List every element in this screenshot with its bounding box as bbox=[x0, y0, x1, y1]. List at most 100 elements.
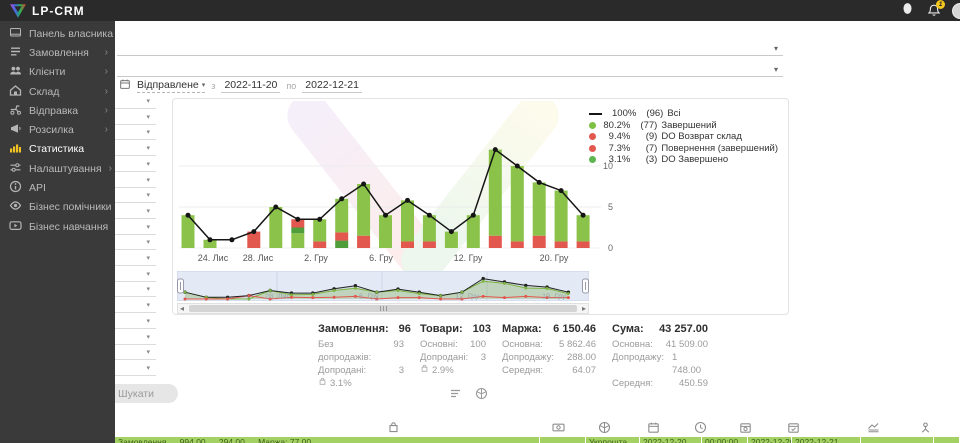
upsell-percent: 2.9% bbox=[420, 364, 486, 377]
chevron-down-icon: ▾ bbox=[146, 348, 150, 356]
scroll-right-icon[interactable]: ▸ bbox=[582, 303, 586, 314]
stat-value: 43 257.00 bbox=[659, 323, 708, 335]
legend-item[interactable]: 3.1%(3)DO Завершено bbox=[589, 154, 778, 166]
table-cell: Укрпошта bbox=[586, 437, 640, 443]
warehouse-icon bbox=[9, 84, 22, 100]
settings-icon bbox=[9, 161, 22, 177]
filter-select-top-1[interactable]: ▾ bbox=[117, 22, 783, 56]
summary-stats: Замовлення:96Без допродажів:93Допродані:… bbox=[318, 323, 708, 390]
avatar[interactable] bbox=[952, 3, 960, 19]
app-logo[interactable]: LP-CRM bbox=[10, 4, 85, 18]
dot-swatch bbox=[589, 133, 596, 140]
chevron-down-icon: ▾ bbox=[774, 65, 778, 74]
scroll-left-icon[interactable]: ◂ bbox=[180, 303, 184, 314]
sidebar-item-label: Клієнти bbox=[29, 66, 65, 78]
legend-item[interactable]: 80.2%(77)Завершений bbox=[589, 120, 778, 132]
stats-column-3: Маржа:6 150.46Основна:5 862.46Допродажу:… bbox=[502, 323, 596, 390]
stat-title: Сума: bbox=[612, 323, 644, 335]
dot-swatch bbox=[589, 145, 596, 152]
sidebar-item-9[interactable]: API bbox=[0, 178, 115, 197]
statistics-icon bbox=[9, 141, 22, 157]
chevron-down-icon: ▾ bbox=[146, 270, 150, 278]
bag-percent-icon bbox=[420, 364, 429, 377]
chevron-right-icon: › bbox=[105, 125, 108, 135]
view-toggles bbox=[449, 387, 488, 405]
list-icon[interactable] bbox=[449, 387, 462, 405]
navigator-handle-right[interactable] bbox=[583, 279, 589, 293]
date-filter: Відправлене ▾ з 2022-11-20 по 2022-12-21 bbox=[119, 78, 362, 93]
legend-item[interactable]: 9.4%(9)DO Возврат склад bbox=[589, 131, 778, 143]
sidebar-item-8[interactable]: Налаштування› bbox=[0, 159, 115, 178]
chevron-down-icon: ▾ bbox=[146, 160, 150, 168]
sidebar-item-label: Налаштування bbox=[29, 163, 102, 175]
filter-select-top-2[interactable]: ▾ bbox=[117, 57, 783, 77]
table-cell: … bbox=[934, 437, 960, 443]
legend-item[interactable]: 100%(96)Всі bbox=[589, 108, 778, 120]
chevron-down-icon: ▾ bbox=[146, 191, 150, 199]
notifications-bell-icon[interactable]: 1 bbox=[928, 4, 940, 17]
scrollbar-thumb[interactable] bbox=[189, 305, 577, 312]
svg-text:2. Гру: 2. Гру bbox=[304, 253, 328, 263]
logo-icon bbox=[10, 4, 26, 18]
dashboard-icon bbox=[9, 26, 22, 42]
sidebar-item-11[interactable]: Бізнес навчання bbox=[0, 217, 115, 236]
sidebar-item-label: Склад bbox=[29, 86, 59, 98]
navigator-handle-left[interactable] bbox=[178, 279, 184, 293]
sidebar-item-5[interactable]: Відправка› bbox=[0, 101, 115, 120]
stat-value: 6 150.46 bbox=[553, 323, 596, 335]
svg-text:19. Гру: 19. Гру bbox=[542, 292, 566, 301]
chevron-down-icon: ▾ bbox=[146, 317, 150, 325]
date-type-label: Відправлене bbox=[137, 79, 199, 91]
svg-text:24. Лис: 24. Лис bbox=[198, 253, 229, 263]
sidebar-item-6[interactable]: Розсилка › bbox=[0, 120, 115, 139]
range-navigator[interactable]: 28. Лис5. Гру12. Гру19. Гру bbox=[177, 271, 589, 301]
package-icon[interactable] bbox=[475, 387, 488, 405]
chevron-down-icon: ▾ bbox=[146, 301, 150, 309]
sidebar-item-label: Замовлення bbox=[29, 47, 89, 59]
chevron-down-icon: ▾ bbox=[146, 254, 150, 262]
date-to-input[interactable]: 2022-12-21 bbox=[302, 79, 362, 93]
upsell-percent: 3.1% bbox=[318, 377, 404, 390]
chevron-down-icon: ▾ bbox=[146, 97, 150, 105]
svg-text:12. Гру: 12. Гру bbox=[455, 292, 479, 301]
to-word: по bbox=[286, 81, 296, 91]
stat-value: 103 bbox=[473, 323, 491, 335]
clients-icon bbox=[9, 64, 22, 80]
sidebar-item-4[interactable]: Склад› bbox=[0, 82, 115, 101]
sidebar-item-2[interactable]: Замовлення› bbox=[0, 43, 115, 62]
date-type-select[interactable]: Відправлене ▾ bbox=[137, 79, 205, 93]
orders-icon bbox=[9, 45, 22, 61]
chevron-down-icon: ▾ bbox=[146, 128, 150, 136]
chevron-down-icon: ▾ bbox=[146, 285, 150, 293]
sidebar-item-label: API bbox=[29, 182, 46, 194]
stat-subrow: Без допродажів:93 bbox=[318, 338, 404, 364]
chevron-down-icon: ▾ bbox=[146, 207, 150, 215]
svg-text:20. Гру: 20. Гру bbox=[540, 253, 569, 263]
svg-text:5. Гру: 5. Гру bbox=[359, 292, 379, 301]
sidebar-item-label: Розсилка bbox=[29, 124, 74, 136]
dot-swatch bbox=[589, 156, 596, 163]
stats-column-2: Товари:103Основні:100Допродані:32.9% bbox=[420, 323, 486, 390]
sidebar-item-7[interactable]: Статистика bbox=[0, 140, 115, 159]
sidebar-item-label: Статистика bbox=[29, 143, 84, 155]
svg-text:12. Гру: 12. Гру bbox=[454, 253, 483, 263]
chevron-down-icon: ▾ bbox=[146, 364, 150, 372]
chevron-down-icon: ▾ bbox=[146, 223, 150, 231]
table-header-icons bbox=[0, 421, 960, 437]
table-row[interactable]: Замовлення … 994.00 … 294.00 … Маржа: 77… bbox=[115, 437, 960, 443]
dot-swatch bbox=[589, 122, 596, 129]
sidebar-item-1[interactable]: Панель власника bbox=[0, 24, 115, 43]
api-icon bbox=[9, 180, 22, 196]
chevron-down-icon: ▾ bbox=[146, 113, 150, 121]
date-from-input[interactable]: 2022-11-20 bbox=[221, 79, 280, 93]
profile-icon[interactable] bbox=[902, 2, 913, 20]
stat-subrow: Основна:41 509.00 bbox=[612, 338, 708, 351]
svg-text:28. Лис: 28. Лис bbox=[243, 253, 274, 263]
chart-legend: 100%(96)Всі80.2%(77)Завершений9.4%(9)DO … bbox=[589, 108, 778, 166]
stat-value: 96 bbox=[399, 323, 411, 335]
legend-item[interactable]: 7.3%(7)Повернення (завершений) bbox=[589, 143, 778, 155]
sidebar-item-3[interactable]: Клієнти› bbox=[0, 63, 115, 82]
sidebar-item-10[interactable]: Бізнес помічники bbox=[0, 198, 115, 217]
training-icon bbox=[9, 219, 22, 235]
sidebar-item-label: Бізнес помічники bbox=[29, 201, 112, 213]
